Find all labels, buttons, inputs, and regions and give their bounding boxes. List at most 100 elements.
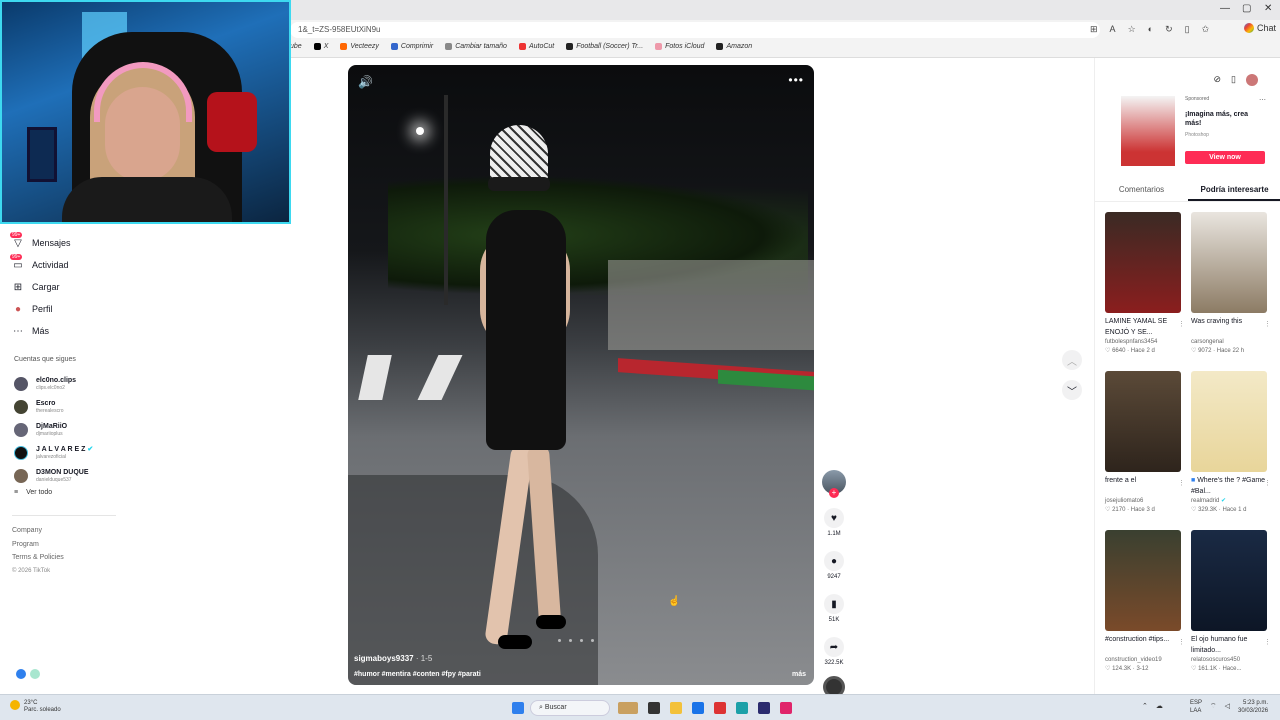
bookmark-comprimir[interactable]: Comprimir	[390, 43, 433, 50]
address-bar[interactable]: 1&_t=ZS-958EUtXiN9u	[290, 22, 1100, 38]
next-video-button[interactable]: ﹀	[1062, 380, 1082, 400]
device-icon[interactable]: ▯	[1231, 74, 1236, 86]
footer-link-company[interactable]: Company	[12, 524, 64, 538]
chat-button[interactable]: Chat	[1244, 23, 1276, 33]
following-item[interactable]: J A L V A R E Z ✔ jalvarezoficial	[14, 441, 124, 464]
minimize-icon[interactable]: —	[1220, 3, 1230, 14]
system-clock[interactable]: 5:23 p.m. 30/03/2026	[1238, 699, 1268, 715]
video-player[interactable]: 🔊 ••• sigmaboys9337 · 1-5 #humor #mentir…	[348, 65, 814, 685]
tab-comentarios[interactable]: Comentarios	[1095, 184, 1188, 201]
speaker-icon[interactable]: ◁	[1225, 702, 1230, 711]
tiktok-icon[interactable]	[780, 702, 792, 714]
favorites-icon[interactable]: ✩	[1202, 24, 1210, 35]
more-options-icon[interactable]: •••	[788, 73, 804, 87]
recommended-card[interactable]: ■ Where's the ? #Game #Bal... realmadrid…	[1191, 371, 1271, 515]
verified-icon: ✔	[1221, 498, 1227, 504]
following-item[interactable]: D3MON DUQUE danielduque537	[14, 464, 124, 487]
edge-icon[interactable]	[736, 702, 748, 714]
video-person-cap	[490, 125, 548, 185]
clock-time: 5:23 p.m.	[1243, 700, 1269, 706]
following-item[interactable]: Escro therealescro	[14, 395, 124, 418]
wifi-icon[interactable]: ⌔	[1210, 702, 1217, 711]
footer-link-program[interactable]: Program	[12, 538, 64, 552]
chevron-up-icon[interactable]: ⌃	[1142, 702, 1148, 710]
sidebar-item-mas[interactable]: ⋯ Más	[12, 320, 122, 342]
bookmark-cambiar[interactable]: Cambiar tamaño	[445, 43, 507, 50]
apps-icon[interactable]: ⊞	[1090, 24, 1098, 35]
share-button[interactable]: ➦	[824, 637, 844, 657]
game-icon: ■	[1191, 477, 1196, 484]
see-all-link[interactable]: ≡ Ver todo	[14, 489, 124, 496]
card-more-icon[interactable]: ⋮	[1264, 479, 1271, 487]
app-icon-secondary[interactable]	[30, 669, 40, 679]
close-icon[interactable]: ✕	[1264, 3, 1272, 14]
chrome-icon[interactable]	[714, 702, 726, 714]
extensions-icon[interactable]: ◐	[1148, 24, 1153, 35]
like-button[interactable]: ♥	[824, 508, 844, 528]
card-more-icon[interactable]: ⋮	[1178, 479, 1185, 487]
recommended-card[interactable]: LAMINE YAMAL SE ENOJÓ Y SE... futbolespn…	[1105, 212, 1185, 356]
following-item[interactable]: DjMaRiiO djmariioplus	[14, 418, 124, 441]
language-indicator[interactable]: ESP LAA	[1190, 699, 1202, 715]
windows-start-icon[interactable]	[512, 702, 524, 714]
following-username: therealescro	[36, 407, 64, 414]
recommended-card[interactable]: El ojo humano fue limitado... relatososc…	[1191, 530, 1271, 674]
bookmark-icloud[interactable]: Fotos iCloud	[655, 43, 704, 50]
weather-widget[interactable]: 23°C Parc. soleado	[10, 700, 61, 714]
bookmark-football[interactable]: Football (Soccer) Tr...	[566, 43, 643, 50]
footer-link-terms[interactable]: Terms & Policies	[12, 551, 64, 565]
bookmark-label: AutoCut	[528, 43, 555, 50]
bookmark-autocut[interactable]: AutoCut	[518, 43, 555, 50]
x-icon	[313, 43, 321, 50]
recommended-card[interactable]: Was craving this carsongenal ♡ 9072 · Ha…	[1191, 212, 1271, 356]
bookmark-amazon[interactable]: Amazon	[716, 43, 752, 50]
card-more-icon[interactable]: ⋮	[1264, 320, 1271, 328]
favorite-icon[interactable]: ☆	[1128, 24, 1136, 35]
sidebar-item-perfil[interactable]: ● Perfil	[12, 298, 122, 320]
previous-video-button[interactable]: ︿	[1062, 350, 1082, 370]
user-avatar[interactable]	[1246, 74, 1258, 86]
premiere-icon[interactable]	[758, 702, 770, 714]
video-author[interactable]: sigmaboys9337 · 1-5	[354, 654, 432, 663]
bookmark-youtube[interactable]: ube	[290, 43, 302, 50]
video-hashtags[interactable]: #humor #mentira #conten #fpy #parati	[354, 671, 481, 678]
recommended-card[interactable]: frente a el josejuliomato6 ♡ 2170 · Hace…	[1105, 371, 1185, 515]
following-title: Cuentas que sigues	[14, 356, 76, 363]
app-icon[interactable]	[16, 669, 26, 679]
browser-icon[interactable]	[692, 702, 704, 714]
following-username: djmariioplus	[36, 430, 63, 437]
recommended-card[interactable]: #construction #tips... construction_vide…	[1105, 530, 1185, 674]
more-link[interactable]: más	[792, 671, 806, 678]
follow-plus-icon[interactable]: +	[829, 488, 839, 498]
heart-icon: ♡	[1105, 666, 1111, 672]
bookmark-x[interactable]: X	[313, 43, 328, 50]
card-more-icon[interactable]: ⋮	[1264, 638, 1271, 646]
save-button[interactable]: ▮	[824, 594, 844, 614]
read-icon[interactable]: A	[1110, 24, 1116, 35]
sponsored-ad[interactable]: Sponsored ⋯ ¡Imagina más, crea más! Phot…	[1107, 96, 1267, 166]
refresh-icon[interactable]: ↻	[1165, 24, 1173, 35]
cloud-icon[interactable]: ☁	[1156, 702, 1163, 710]
taskbar-search[interactable]: ⌕ Buscar	[530, 700, 610, 716]
card-more-icon[interactable]: ⋮	[1178, 320, 1185, 328]
maximize-icon[interactable]: ▢	[1242, 3, 1251, 14]
bookmark-vecteezy[interactable]: Vecteezy	[340, 43, 379, 50]
sidebar-item-cargar[interactable]: ⊞ Cargar	[12, 276, 122, 298]
tab-podria-interesarte[interactable]: Podría interesarte	[1188, 184, 1280, 201]
widget-icon[interactable]	[618, 702, 638, 714]
heart-icon: ♥	[831, 512, 837, 524]
sidebar-item-mensajes[interactable]: ▽ 99+ Mensajes	[10, 232, 122, 254]
view-now-button[interactable]: View now	[1185, 151, 1265, 164]
split-icon[interactable]: ▯	[1185, 24, 1190, 35]
webcam-body	[62, 177, 232, 222]
file-explorer-icon[interactable]	[670, 702, 682, 714]
following-item[interactable]: elc0no.clips clips.elc0no2	[14, 372, 124, 395]
sidebar-item-actividad[interactable]: ▭ 99+ Actividad	[10, 254, 122, 276]
compass-icon[interactable]: ⊘	[1214, 74, 1222, 86]
task-view-icon[interactable]	[648, 702, 660, 714]
creator-avatar[interactable]: +	[822, 470, 846, 498]
comment-button[interactable]: ●	[824, 551, 844, 571]
ad-more-icon[interactable]: ⋯	[1259, 96, 1266, 104]
volume-icon[interactable]: 🔊	[358, 75, 373, 89]
card-more-icon[interactable]: ⋮	[1178, 638, 1185, 646]
